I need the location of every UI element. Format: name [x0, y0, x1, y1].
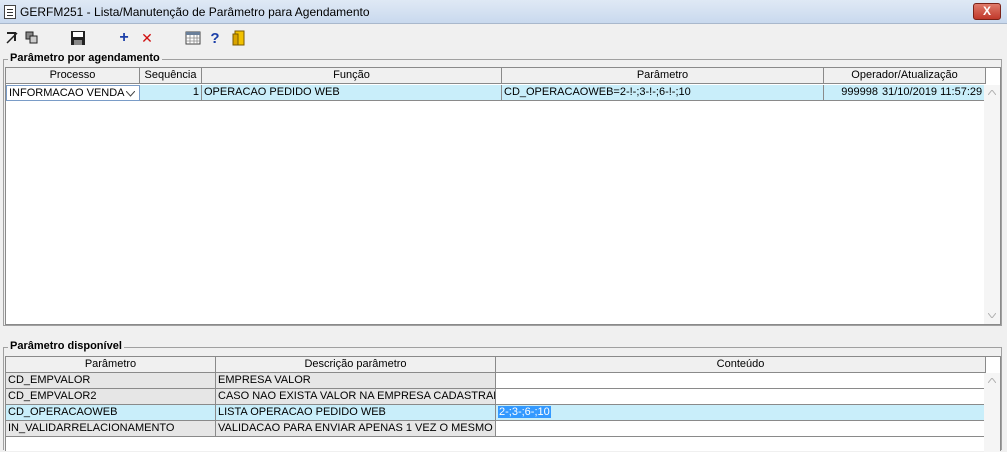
scroll-down-icon[interactable] — [988, 313, 996, 318]
calendar-icon[interactable] — [185, 30, 201, 46]
table-row-parametro[interactable]: CD_EMPVALOR2 — [6, 389, 216, 405]
operador-cell[interactable]: 999998 — [824, 85, 880, 101]
window-title: GERFM251 - Lista/Manutenção de Parâmetro… — [20, 5, 370, 19]
table-row-parametro[interactable]: IN_VALIDARRELACIONAMENTO — [6, 421, 216, 437]
funcao-cell[interactable]: OPERACAO PEDIDO WEB — [202, 85, 502, 101]
collapse-icon[interactable] — [24, 30, 40, 46]
document-icon — [4, 5, 16, 19]
table-row-descricao[interactable]: VALIDACAO PARA ENVIAR APENAS 1 VEZ O MES… — [216, 421, 496, 437]
parametro-cell[interactable]: CD_OPERACAOWEB=2-!-;3-!-;6-!-;10 — [502, 85, 824, 101]
agendamento-group: Parâmetro por agendamento Processo Sequê… — [3, 52, 1002, 326]
vertical-scrollbar[interactable] — [984, 85, 1000, 324]
table-row-conteudo[interactable] — [496, 389, 986, 405]
help-icon[interactable]: ? — [207, 30, 223, 47]
processo-select[interactable]: INFORMACAO VENDA — [6, 85, 140, 101]
table-row-conteudo[interactable] — [496, 373, 986, 389]
close-button[interactable]: X — [973, 3, 1001, 20]
col-sequencia[interactable]: Sequência — [140, 68, 202, 84]
scroll-up-icon[interactable] — [988, 378, 996, 383]
disponivel-grid: Parâmetro Descrição parâmetro Conteúdo C… — [5, 356, 1001, 452]
table-row-descricao[interactable]: LISTA OPERACAO PEDIDO WEB — [216, 405, 496, 421]
save-icon[interactable] — [70, 30, 86, 46]
atualizacao-cell[interactable]: 31/10/2019 11:57:29 — [880, 85, 986, 101]
sequencia-cell[interactable]: 1 — [140, 85, 202, 101]
table-row-descricao[interactable]: EMPRESA VALOR — [216, 373, 496, 389]
col-conteudo[interactable]: Conteúdo — [496, 357, 986, 373]
delete-icon[interactable]: ✕ — [139, 30, 155, 46]
exit-door-icon[interactable] — [231, 30, 247, 46]
disponivel-group: Parâmetro disponível Parâmetro Descrição… — [3, 340, 1002, 452]
expand-icon[interactable] — [4, 30, 20, 46]
conteudo-selected-text: 2-;3-;6-;10 — [498, 406, 551, 418]
col-parametro[interactable]: Parâmetro — [502, 68, 824, 84]
add-icon[interactable]: + — [116, 29, 132, 46]
toolbar: + ✕ ? — [0, 26, 1007, 50]
col-processo[interactable]: Processo — [6, 68, 140, 84]
table-row-conteudo[interactable] — [496, 421, 986, 437]
chevron-down-icon — [126, 91, 135, 97]
col-parametro-disp[interactable]: Parâmetro — [6, 357, 216, 373]
col-descricao[interactable]: Descrição parâmetro — [216, 357, 496, 373]
vertical-scrollbar[interactable] — [984, 373, 1000, 452]
scroll-up-icon[interactable] — [988, 90, 996, 95]
col-operador[interactable]: Operador/Atualização — [824, 68, 986, 84]
col-funcao[interactable]: Função — [202, 68, 502, 84]
title-bar: GERFM251 - Lista/Manutenção de Parâmetro… — [0, 0, 1007, 24]
table-row-parametro[interactable]: CD_OPERACAOWEB — [6, 405, 216, 421]
agendamento-grid: Processo Sequência Função Parâmetro Oper… — [5, 67, 1001, 325]
table-row-parametro[interactable]: CD_EMPVALOR — [6, 373, 216, 389]
conteudo-input[interactable]: 2-;3-;6-;10 — [496, 405, 986, 421]
disponivel-title: Parâmetro disponível — [8, 340, 124, 352]
agendamento-title: Parâmetro por agendamento — [8, 52, 162, 64]
table-row-descricao[interactable]: CASO NAO EXISTA VALOR NA EMPRESA CADASTR… — [216, 389, 496, 405]
